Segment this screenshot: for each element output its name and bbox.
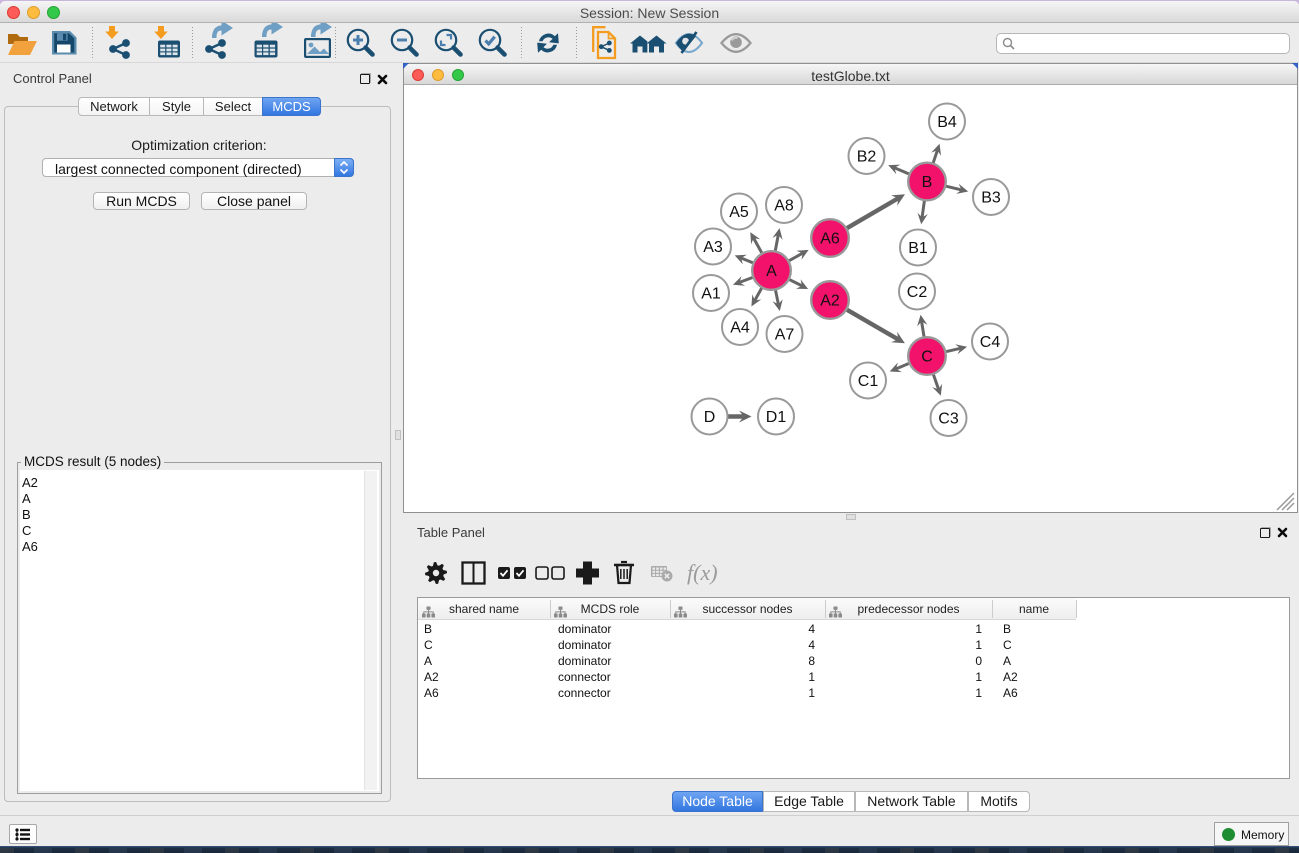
svg-text:C2: C2 xyxy=(907,284,928,301)
svg-text:B3: B3 xyxy=(981,190,1001,207)
svg-text:A1: A1 xyxy=(701,286,721,303)
svg-text:C3: C3 xyxy=(938,411,959,428)
svg-text:B4: B4 xyxy=(937,114,957,131)
svg-text:B1: B1 xyxy=(908,240,928,257)
svg-text:B: B xyxy=(922,174,933,191)
svg-text:D1: D1 xyxy=(766,409,787,426)
svg-text:A8: A8 xyxy=(774,198,794,215)
svg-text:A7: A7 xyxy=(775,327,795,344)
svg-text:f(x): f(x) xyxy=(687,560,718,585)
svg-text:B2: B2 xyxy=(857,149,877,166)
svg-text:C: C xyxy=(921,349,933,366)
svg-text:C1: C1 xyxy=(858,373,879,390)
svg-text:A3: A3 xyxy=(703,239,723,256)
svg-text:A5: A5 xyxy=(729,204,749,221)
svg-text:D: D xyxy=(704,409,716,426)
svg-text:A: A xyxy=(766,263,777,280)
svg-text:A4: A4 xyxy=(730,320,750,337)
svg-text:A6: A6 xyxy=(820,231,840,248)
svg-text:A2: A2 xyxy=(820,293,840,310)
svg-text:C4: C4 xyxy=(980,334,1001,351)
